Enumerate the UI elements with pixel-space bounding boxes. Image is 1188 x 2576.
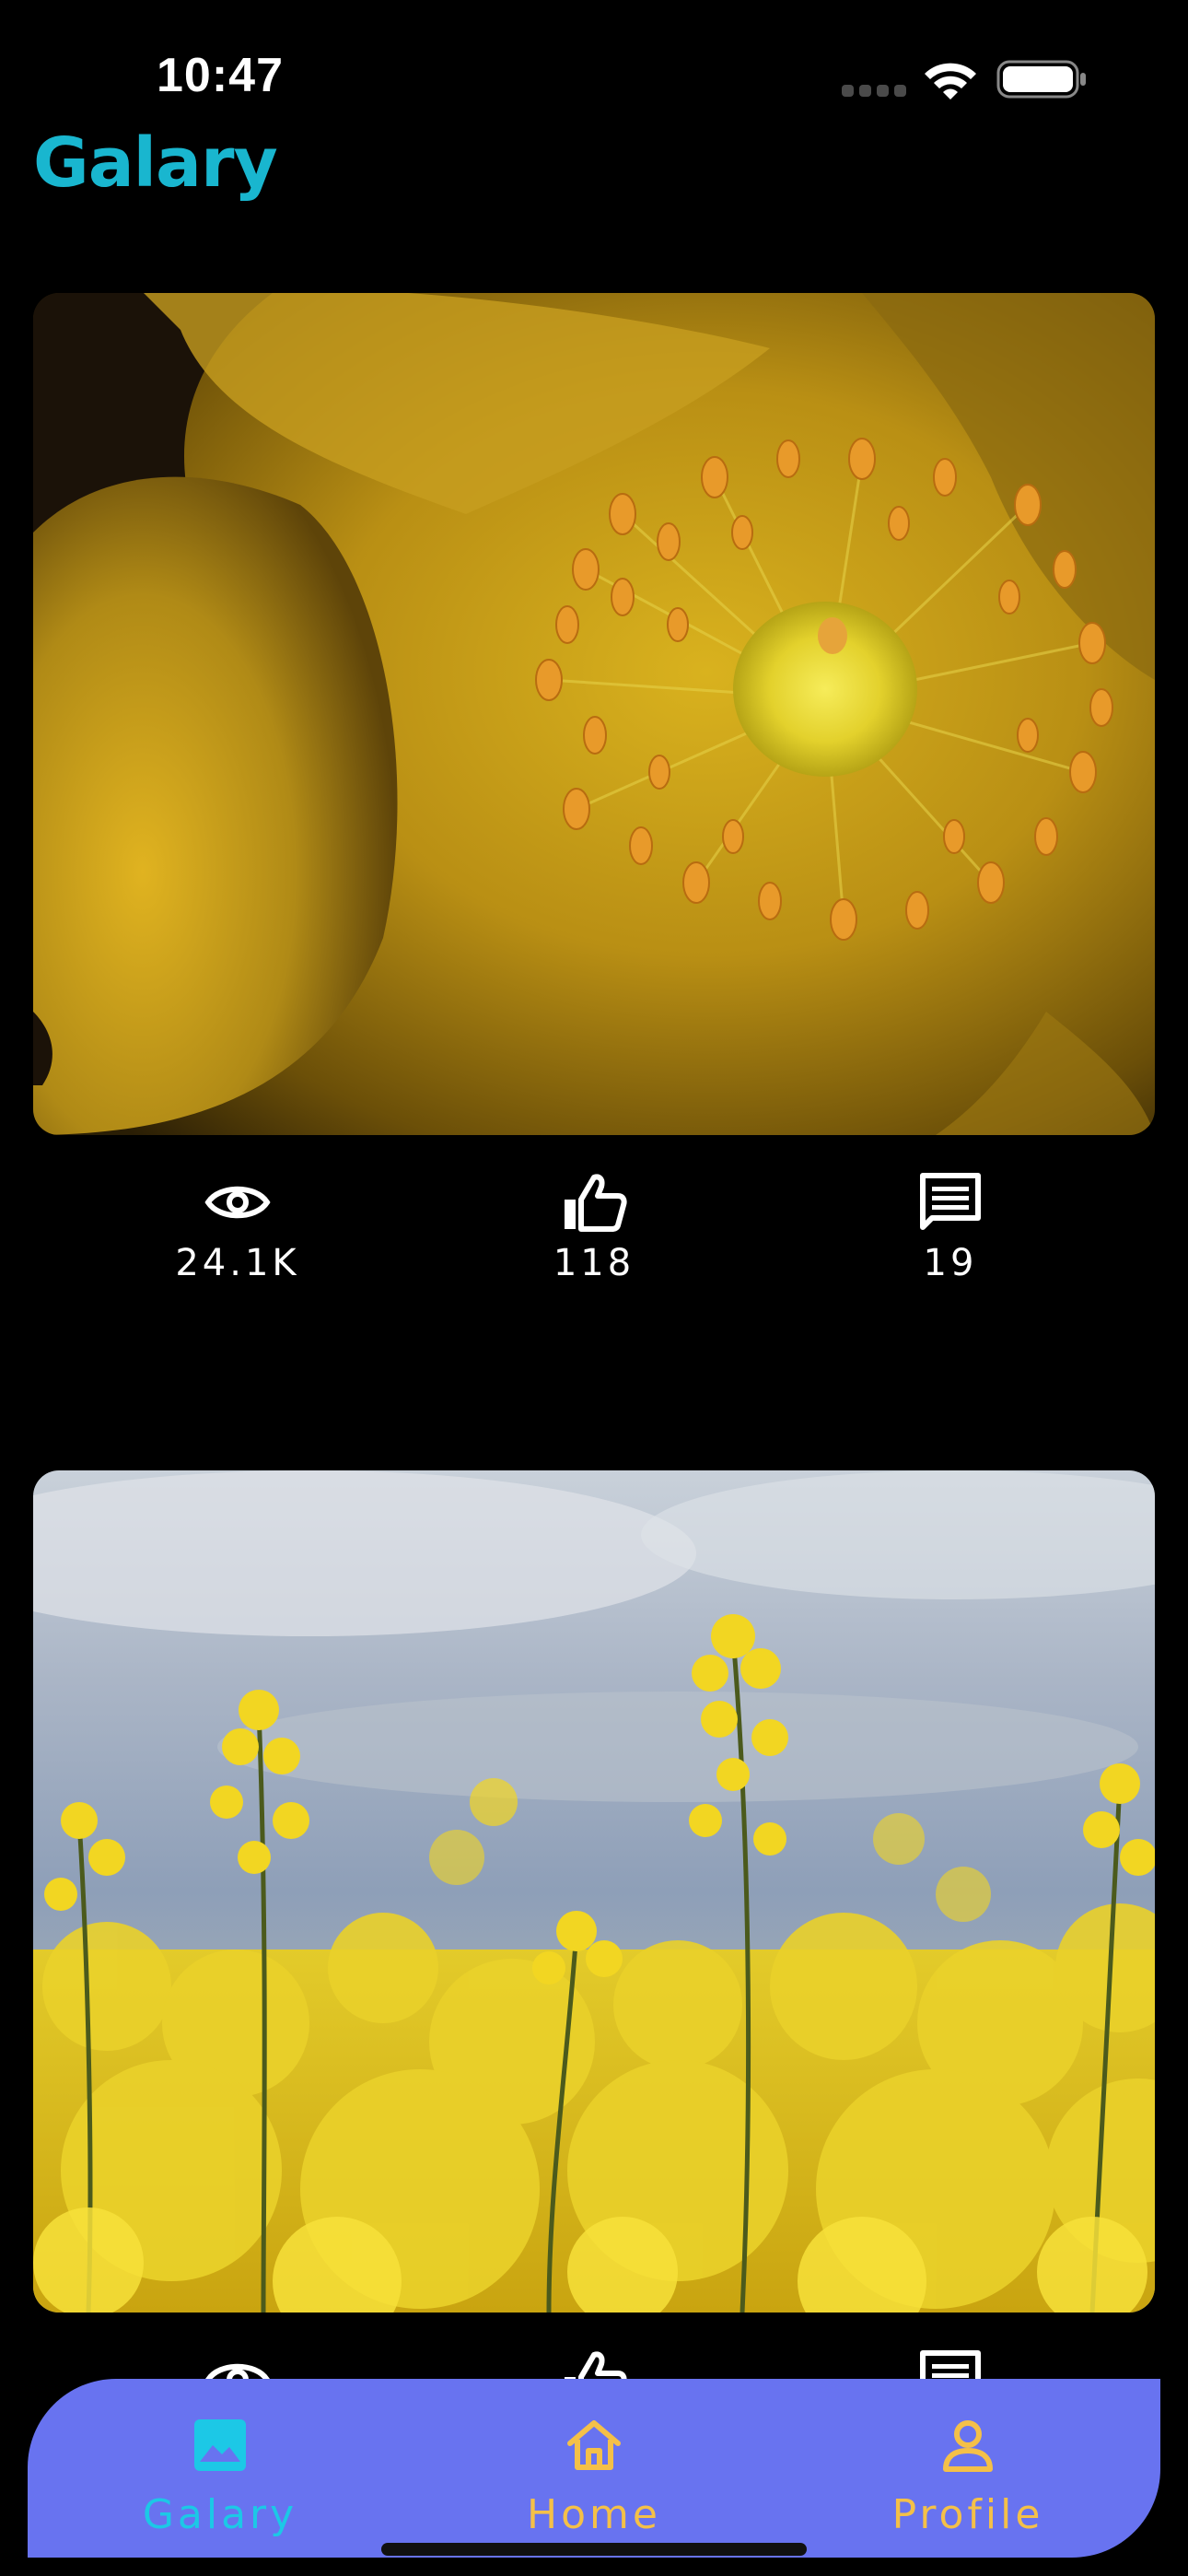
views-count: 24.1K	[175, 1242, 300, 1284]
tab-home[interactable]: Home	[456, 2416, 732, 2538]
tab-label: Home	[527, 2491, 661, 2538]
tab-label: Profile	[891, 2491, 1044, 2538]
post-stats: 24.1K 118 19	[33, 1172, 1155, 1301]
bottom-tab-bar: Galary Home Profile	[28, 2379, 1160, 2558]
home-icon	[567, 2420, 621, 2470]
rapeseed-field-photo[interactable]	[33, 1470, 1155, 2313]
gallery-feed[interactable]: 24.1K 118 19	[0, 0, 1188, 2576]
person-icon	[943, 2420, 993, 2472]
tab-label: Galary	[142, 2491, 298, 2538]
tab-galary[interactable]: Galary	[82, 2416, 358, 2538]
likes-stat[interactable]: 118	[456, 1172, 732, 1284]
comments-count: 19	[923, 1242, 978, 1284]
home-indicator[interactable]	[381, 2543, 807, 2556]
likes-count: 118	[553, 1242, 635, 1284]
image-icon	[194, 2419, 246, 2471]
views-stat: 24.1K	[99, 1172, 376, 1284]
tab-profile[interactable]: Profile	[830, 2416, 1106, 2538]
comments-stat[interactable]: 19	[812, 1172, 1089, 1284]
eye-icon	[204, 1186, 271, 1219]
flower-macro-photo[interactable]	[33, 293, 1155, 1135]
thumbs-up-icon[interactable]	[561, 1172, 627, 1233]
comment-icon[interactable]	[917, 1172, 984, 1233]
